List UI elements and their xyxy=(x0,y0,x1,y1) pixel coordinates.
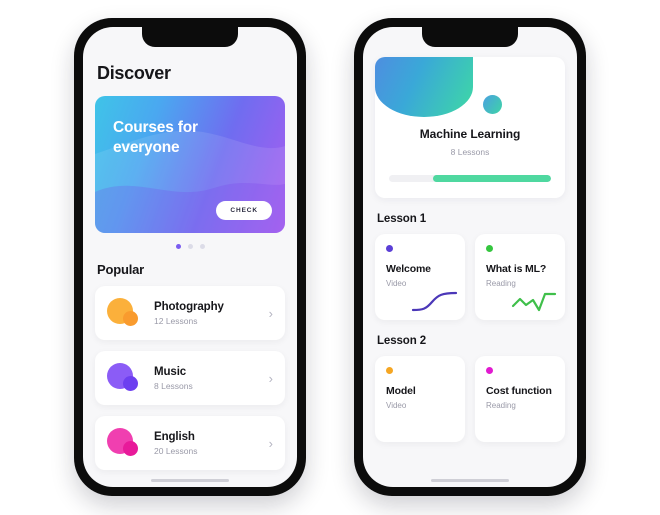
phone-notch xyxy=(422,27,518,47)
line-chart-graphic xyxy=(511,292,557,312)
chevron-right-icon[interactable]: › xyxy=(263,436,273,451)
section-title-popular: Popular xyxy=(97,262,144,277)
lesson-card-type: Video xyxy=(386,279,407,288)
lesson-card-title: Model xyxy=(386,385,416,397)
sigmoid-curve-graphic xyxy=(411,291,458,312)
lesson-card-grid: Welcome Video What is ML? Reading xyxy=(375,234,565,320)
carousel-dot-1[interactable] xyxy=(175,244,181,249)
list-item-text: Music 8 Lessons xyxy=(154,366,263,391)
photography-blob-icon xyxy=(107,297,141,329)
phone-right-screen: Machine Learning 8 Lessons Lesson 1 Welc… xyxy=(363,27,577,487)
lesson-card-title: What is ML? xyxy=(486,263,547,275)
home-indicator xyxy=(431,479,509,482)
carousel-dot-2[interactable] xyxy=(187,244,193,249)
list-item-text: Photography 12 Lessons xyxy=(154,301,263,326)
phone-left: Discover Courses for everyone CHECK Popu… xyxy=(74,18,306,496)
lesson-card-title: Cost function xyxy=(486,385,552,397)
lesson-card-grid: Model Video Cost function Reading xyxy=(375,356,565,442)
chevron-right-icon[interactable]: › xyxy=(263,371,273,386)
phone-right: Machine Learning 8 Lessons Lesson 1 Welc… xyxy=(354,18,586,496)
lesson-card[interactable]: Welcome Video xyxy=(375,234,465,320)
discover-scroll-view[interactable]: Discover Courses for everyone CHECK Popu… xyxy=(83,27,297,487)
lesson-type-dot-icon xyxy=(486,367,493,374)
phone-mockup-stage: Discover Courses for everyone CHECK Popu… xyxy=(0,0,660,515)
lesson-card[interactable]: Cost function Reading xyxy=(475,356,565,442)
home-indicator xyxy=(151,479,229,482)
lesson-card[interactable]: What is ML? Reading xyxy=(475,234,565,320)
banner-title: Courses for everyone xyxy=(113,119,198,157)
lesson-type-dot-icon xyxy=(386,367,393,374)
lesson-type-dot-icon xyxy=(386,245,393,252)
progress-bar-fill xyxy=(432,175,551,182)
lesson-card-type: Reading xyxy=(486,401,516,410)
lesson-group-label: Lesson 1 xyxy=(377,213,427,225)
carousel-dot-3[interactable] xyxy=(199,244,205,249)
course-name: Music xyxy=(154,365,187,378)
hero-decoration xyxy=(375,57,565,125)
english-blob-icon xyxy=(107,427,141,459)
course-title: Machine Learning xyxy=(419,127,521,141)
course-lesson-count: 8 Lessons xyxy=(450,147,490,157)
course-lesson-count: 20 Lessons xyxy=(154,445,198,456)
phone-notch xyxy=(142,27,238,47)
circle-decoration xyxy=(483,95,502,114)
course-lesson-count: 8 Lessons xyxy=(154,380,193,391)
popular-course-list: Photography 12 Lessons › Music 8 Lessons xyxy=(95,286,285,470)
lesson-group-label: Lesson 2 xyxy=(377,335,427,347)
lesson-card[interactable]: Model Video xyxy=(375,356,465,442)
course-detail-scroll-view[interactable]: Machine Learning 8 Lessons Lesson 1 Welc… xyxy=(363,27,577,487)
carousel-dots[interactable] xyxy=(95,233,285,258)
chevron-right-icon[interactable]: › xyxy=(263,306,273,321)
course-lesson-count: 12 Lessons xyxy=(154,315,198,326)
course-hero-card[interactable]: Machine Learning 8 Lessons xyxy=(375,57,565,198)
promo-banner-card[interactable]: Courses for everyone CHECK xyxy=(95,96,285,233)
phone-left-screen: Discover Courses for everyone CHECK Popu… xyxy=(83,27,297,487)
lesson-type-dot-icon xyxy=(486,245,493,252)
list-item[interactable]: English 20 Lessons › xyxy=(95,416,285,470)
half-circle-decoration xyxy=(375,57,473,117)
course-name: English xyxy=(154,430,195,443)
check-button[interactable]: CHECK xyxy=(216,201,272,220)
list-item-text: English 20 Lessons xyxy=(154,431,263,456)
lesson-card-type: Reading xyxy=(486,279,516,288)
progress-bar-track xyxy=(389,175,551,182)
music-blob-icon xyxy=(107,362,141,394)
course-name: Photography xyxy=(154,300,224,313)
lesson-card-type: Video xyxy=(386,401,407,410)
list-item[interactable]: Photography 12 Lessons › xyxy=(95,286,285,340)
list-item[interactable]: Music 8 Lessons › xyxy=(95,351,285,405)
lesson-card-title: Welcome xyxy=(386,263,431,275)
